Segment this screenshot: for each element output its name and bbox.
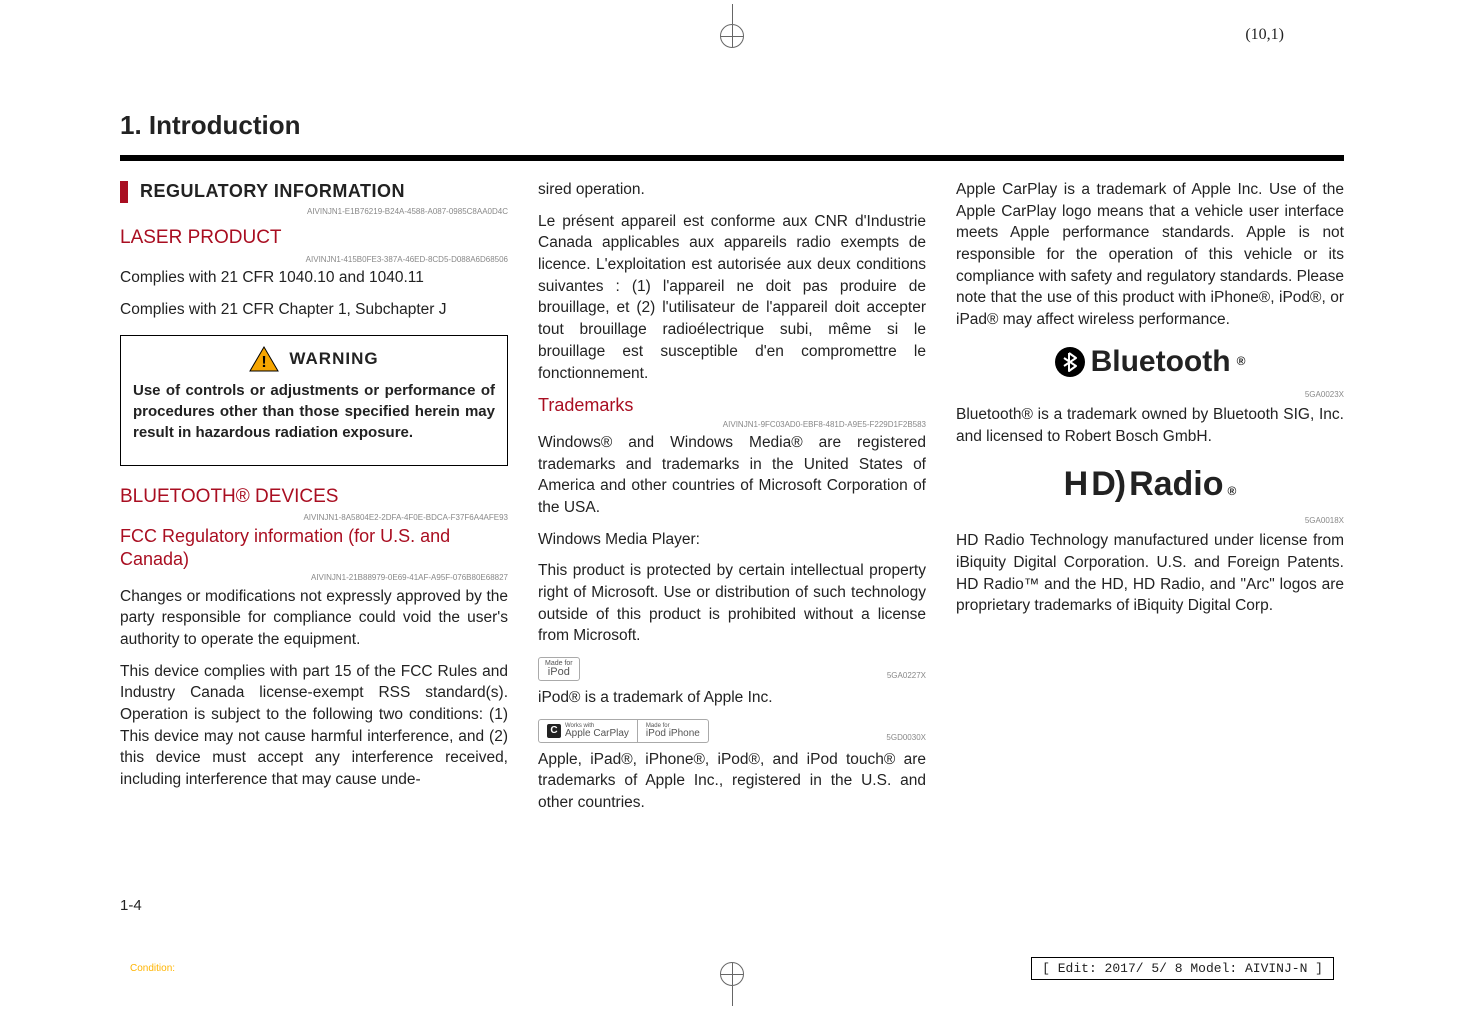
carplay-icon: C	[547, 724, 561, 738]
body-text: Windows Media Player:	[538, 529, 926, 551]
laser-product-heading: LASER PRODUCT	[120, 225, 508, 252]
doc-code: AIVINJN1-8A5804E2-2DFA-4F0E-BDCA-F37F6A4…	[120, 512, 508, 523]
page-number: 1-4	[120, 897, 142, 914]
body-text: iPod® is a trademark of Apple Inc.	[538, 687, 926, 709]
crop-mark-top	[720, 4, 744, 48]
warning-label: WARNING	[289, 347, 378, 371]
bluetooth-logo: Bluetooth ®	[1055, 341, 1246, 383]
warning-box: ! WARNING Use of controls or adjustments…	[120, 335, 508, 466]
bluetooth-devices-heading: BLUETOOTH® DEVICES	[120, 484, 508, 511]
column-1: REGULATORY INFORMATION AIVINJN1-E1B76219…	[120, 179, 508, 824]
registered-mark: ®	[1228, 483, 1237, 500]
bluetooth-logo-row: Bluetooth ®	[956, 341, 1344, 383]
regulatory-header-text: REGULATORY INFORMATION	[140, 179, 405, 204]
column-2: sired operation. Le présent appareil est…	[538, 179, 926, 824]
condition-label: Condition:	[130, 963, 175, 974]
body-text: Bluetooth® is a trademark owned by Bluet…	[956, 404, 1344, 447]
image-code: 5GA0018X	[956, 515, 1344, 526]
image-code: 5GD0030X	[886, 732, 926, 743]
bluetooth-icon	[1055, 347, 1085, 377]
crop-mark-bottom	[720, 962, 744, 1006]
trademarks-heading: Trademarks	[538, 394, 926, 417]
chapter-title: 1. Introduction	[120, 110, 1344, 141]
doc-code: AIVINJN1-415B0FE3-387A-46ED-8CD5-D088A6D…	[120, 254, 508, 265]
doc-code: AIVINJN1-9FC03AD0-EBF8-481D-A9E5-F229D1F…	[538, 419, 926, 430]
header-accent-bar	[120, 181, 128, 203]
regulatory-header: REGULATORY INFORMATION	[120, 179, 508, 204]
carplay-ipod-badge-row: C Works with Apple CarPlay Made for iPod…	[538, 719, 926, 743]
body-text: Apple, iPad®, iPhone®, iPod®, and iPod t…	[538, 749, 926, 814]
ipod-badge-row: Made for iPod 5GA0227X	[538, 657, 926, 681]
fcc-heading: FCC Regulatory information (for U.S. and…	[120, 525, 508, 570]
badge-main-text: iPod	[548, 667, 570, 678]
warning-icon: !	[249, 346, 279, 372]
registered-mark: ®	[1237, 353, 1246, 370]
edit-stamp: [ Edit: 2017/ 5/ 8 Model: AIVINJ-N ]	[1031, 957, 1334, 980]
body-text: Changes or modifications not expressly a…	[120, 586, 508, 651]
hd-logo-d: D)	[1091, 461, 1125, 509]
badge-main-text: iPod iPhone	[646, 729, 700, 739]
doc-code: AIVINJN1-E1B76219-B24A-4588-A087-0985C8A…	[120, 206, 508, 217]
sheet-coordinate: (10,1)	[1245, 26, 1284, 44]
body-text: Windows® and Windows Media® are register…	[538, 432, 926, 519]
column-3: Apple CarPlay is a trademark of Apple In…	[956, 179, 1344, 824]
body-text: HD Radio Technology manufactured under l…	[956, 530, 1344, 617]
body-text: Complies with 21 CFR 1040.10 and 1040.11	[120, 267, 508, 289]
bluetooth-wordmark: Bluetooth	[1091, 341, 1231, 383]
body-text: Le présent appareil est conforme aux CNR…	[538, 211, 926, 385]
title-rule	[120, 155, 1344, 161]
doc-code: AIVINJN1-21B88979-0E69-41AF-A95F-076B80E…	[120, 572, 508, 583]
hd-radio-logo-row: HD) Radio ®	[956, 461, 1344, 509]
carplay-ipod-combo-badge: C Works with Apple CarPlay Made for iPod…	[538, 719, 709, 743]
hd-logo-h: H	[1064, 461, 1088, 509]
body-text: This device complies with part 15 of the…	[120, 661, 508, 791]
hd-logo-radio: Radio	[1129, 461, 1223, 509]
made-for-ipod-badge: Made for iPod	[538, 657, 580, 681]
badge-main-text: Apple CarPlay	[565, 729, 629, 739]
image-code: 5GA0227X	[887, 670, 926, 681]
body-text: Complies with 21 CFR Chapter 1, Subchapt…	[120, 299, 508, 321]
body-text: sired operation.	[538, 179, 926, 201]
body-text: Apple CarPlay is a trademark of Apple In…	[956, 179, 1344, 331]
body-text: This product is protected by certain int…	[538, 560, 926, 647]
hd-radio-logo: HD) Radio ®	[1064, 461, 1237, 509]
image-code: 5GA0023X	[956, 389, 1344, 400]
warning-body: Use of controls or adjustments or perfor…	[133, 380, 495, 443]
svg-text:!: !	[262, 354, 267, 371]
